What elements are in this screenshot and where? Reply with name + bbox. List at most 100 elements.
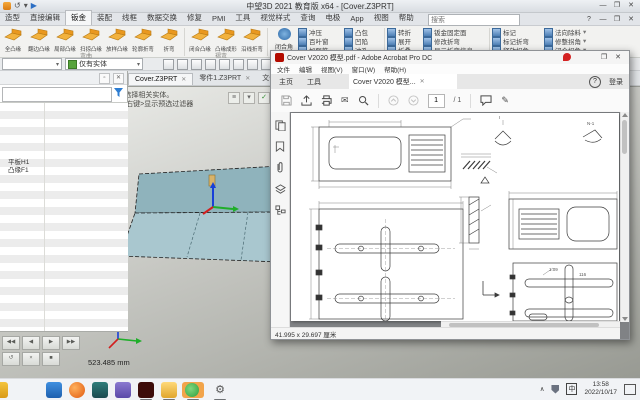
layers-icon[interactable] [274, 184, 286, 195]
document-tab[interactable]: 零件1.Z3PRT ✕ [193, 71, 256, 85]
toolbar-icon-zoom[interactable] [233, 58, 244, 70]
previous-page-icon[interactable] [388, 95, 399, 106]
ribbon-small-button[interactable]: 展开 [387, 36, 423, 46]
ribbon-tab[interactable]: 装配 [92, 11, 117, 25]
doc-minimize-button[interactable]: — [596, 14, 610, 25]
edit-pencil-icon[interactable]: ✎ [501, 95, 509, 106]
menu-view[interactable]: 视图(V) [321, 64, 343, 74]
ide-app-icon[interactable] [115, 382, 131, 398]
menu-file[interactable]: 文件 [277, 64, 290, 74]
ribbon-search-input[interactable] [428, 14, 520, 26]
tab-tools[interactable]: 工具 [307, 77, 321, 87]
ribbon-small-button[interactable]: 修整拐角 ▾ [544, 36, 602, 46]
comment-icon[interactable] [480, 95, 492, 106]
tray-shield-icon[interactable] [551, 384, 560, 394]
ribbon-small-button[interactable]: 标记折弯 [492, 36, 544, 46]
ribbon-tab[interactable]: 直接编辑 [25, 11, 65, 25]
remote-app-icon[interactable] [185, 383, 199, 397]
page-number-input[interactable] [427, 93, 445, 108]
ribbon-button[interactable]: 全凸缘 [0, 26, 26, 58]
history-item[interactable]: 凸缘F1 [8, 167, 29, 175]
page-thumbnails-icon[interactable] [274, 120, 286, 131]
pdf-page[interactable]: I N-1 1.09 116 [291, 113, 619, 322]
acrobat-document-tab[interactable]: Cover V2020 模型... ✕ [349, 74, 457, 89]
clock[interactable]: 13:58 2022/10/17 [584, 381, 617, 397]
menu-edit[interactable]: 编辑 [299, 64, 312, 74]
filter-funnel-icon[interactable] [113, 87, 124, 98]
ribbon-button[interactable]: 轮廓折弯 [130, 26, 156, 58]
help-circle-icon[interactable]: ? [589, 76, 601, 88]
options-icon[interactable]: ≡ [228, 92, 240, 104]
security-app-icon[interactable] [92, 382, 108, 398]
ribbon-small-button[interactable]: 凹陷 [344, 36, 382, 46]
scroll-up-icon[interactable] [622, 113, 628, 117]
toolbar-icon-view[interactable] [191, 58, 202, 70]
close-tab-icon[interactable]: ✕ [181, 76, 186, 83]
dropdown-icon[interactable]: ▾ [243, 92, 255, 104]
confirm-icon[interactable]: ✓ [258, 92, 270, 104]
doc-close-button[interactable]: ✕ [624, 14, 638, 25]
ribbon-button[interactable]: 翻边凸缘 [26, 26, 52, 58]
fast-forward-button[interactable]: ▶▶ [62, 336, 80, 350]
pin-panel-icon[interactable]: ▫ [99, 73, 110, 84]
ribbon-tab[interactable]: 帮助 [394, 11, 419, 25]
ribbon-tab[interactable]: 工具 [230, 11, 255, 25]
rewind-button[interactable]: ◀◀ [2, 336, 20, 350]
toolbar-icon-pan[interactable] [247, 58, 258, 70]
pin-icon[interactable] [563, 53, 571, 61]
history-item[interactable]: 平板H1 [8, 159, 29, 167]
ribbon-tab[interactable]: 查询 [295, 11, 320, 25]
ribbon-tab[interactable]: 修复 [182, 11, 207, 25]
close-panel-icon[interactable]: ✕ [113, 73, 124, 84]
vertical-scroll-thumb[interactable] [622, 120, 627, 154]
next-page-icon[interactable] [408, 95, 419, 106]
vertical-scrollbar[interactable] [620, 112, 629, 322]
ribbon-tab[interactable]: 视觉样式 [255, 11, 295, 25]
zw3d-close-button[interactable]: ✕ [624, 0, 638, 11]
toolbar-icon-wire[interactable] [219, 58, 230, 70]
ribbon-button[interactable]: 局部凸缘 [52, 26, 78, 58]
ribbon-tab[interactable]: 视图 [369, 11, 394, 25]
ribbon-tab[interactable]: PMI [207, 13, 230, 25]
toolbar-icon-copy[interactable] [177, 58, 188, 70]
panel-search-input[interactable] [2, 87, 112, 102]
bookmarks-icon[interactable] [275, 141, 285, 152]
close-tab-icon[interactable]: ✕ [245, 75, 250, 82]
acrobat-restore-button[interactable]: ❐ [597, 52, 611, 63]
tab-home[interactable]: 主页 [279, 77, 293, 87]
close-tab-icon[interactable]: ✕ [420, 78, 425, 85]
ribbon-tab[interactable]: App [345, 13, 368, 25]
ribbon-small-button[interactable]: 修改折弯 [423, 36, 487, 46]
attachments-paperclip-icon[interactable] [275, 162, 285, 174]
ribbon-small-button[interactable]: 冲压 [298, 27, 344, 37]
step-forward-button[interactable]: ▶ [42, 336, 60, 350]
share-upload-icon[interactable] [301, 95, 312, 106]
toolbar-icon-print[interactable] [163, 58, 174, 70]
notification-icon[interactable] [624, 383, 636, 395]
ribbon-small-button[interactable]: 凸包 [344, 27, 382, 37]
help-icon[interactable]: ? [582, 14, 596, 25]
browser-app-icon[interactable] [69, 382, 85, 398]
document-tab-active[interactable]: Cover.Z3PRT ✕ [128, 73, 194, 85]
zw3d-minimize-button[interactable]: — [596, 0, 610, 11]
taskbar-app-icon-partial[interactable] [0, 382, 8, 398]
file-explorer-icon[interactable] [161, 382, 177, 398]
settings-gear-icon[interactable]: ⚙ [212, 382, 228, 398]
stop-button[interactable]: × [22, 352, 40, 366]
step-back-button[interactable]: ◀ [22, 336, 40, 350]
menu-help[interactable]: 帮助(H) [384, 64, 406, 74]
photos-app-icon[interactable] [46, 382, 62, 398]
replay-button[interactable]: ↺ [2, 352, 20, 366]
shade-button[interactable]: ■ [42, 352, 60, 366]
ribbon-button[interactable]: 沿线折弯 [239, 26, 265, 58]
ribbon-button[interactable]: 闭合凸缘 [187, 26, 213, 58]
ime-indicator[interactable]: 中 [566, 383, 578, 395]
toolbar-icon-shade[interactable] [205, 58, 216, 70]
zw3d-maximize-button[interactable]: ❐ [610, 0, 624, 11]
ribbon-button[interactable]: 放样凸缘 [104, 26, 130, 58]
acrobat-taskbar-icon[interactable] [138, 382, 154, 398]
ribbon-tab[interactable]: 线框 [117, 11, 142, 25]
ribbon-tab[interactable]: 电极 [320, 11, 345, 25]
search-icon[interactable] [358, 95, 369, 106]
ribbon-tab[interactable]: 造型 [0, 11, 25, 25]
